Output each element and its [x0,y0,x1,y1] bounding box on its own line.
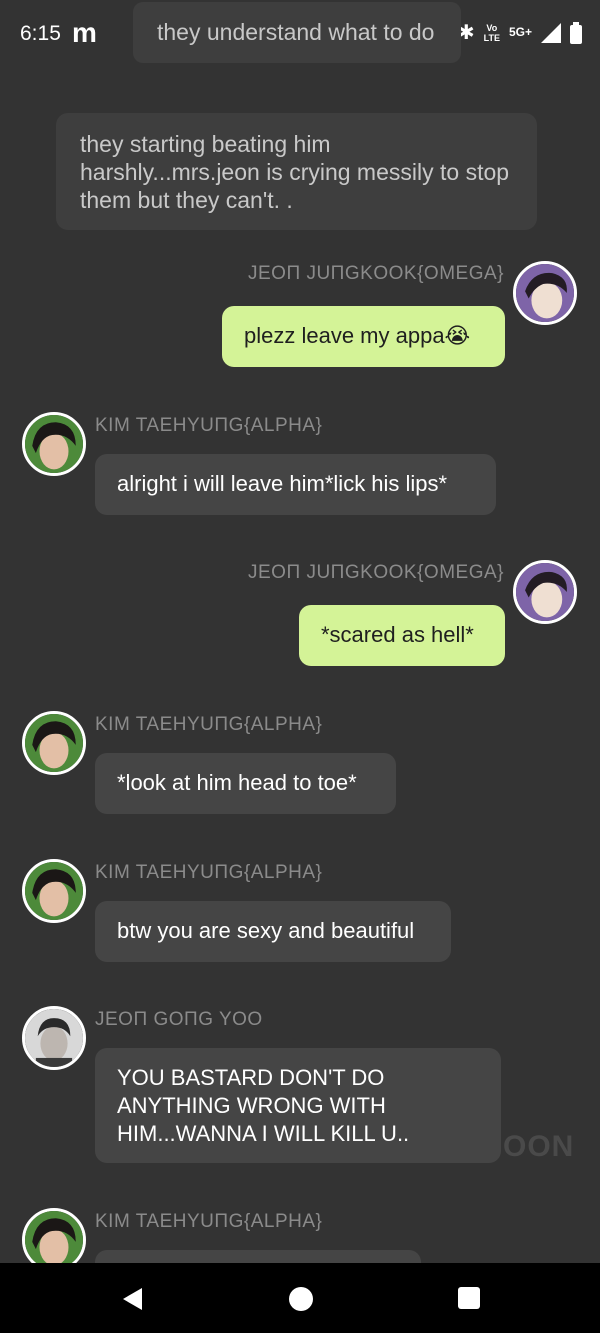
recents-icon[interactable] [457,1286,481,1310]
battery-icon [570,21,582,44]
signal-icon [541,22,561,43]
network-type: 5G+ [508,25,532,39]
sender-name: KIM TAEHYUΠG{ALPHA} [95,862,323,883]
sender-name: JEOΠ JUΠGKOOK{OMEGA} [248,562,504,583]
message-bubble[interactable]: YOU BASTARD DON'T DO ANYTHING WRONG WITH… [95,1048,501,1163]
status-time: 6:15 [20,22,61,45]
volte-icon: Vo LTE [483,22,500,43]
sender-name: JEOΠ JUΠGKOOK{OMEGA} [248,263,504,284]
message-bubble[interactable]: btw you are sexy and beautiful [95,901,451,962]
sender-name: KIM TAEHYUΠG{ALPHA} [95,1211,323,1232]
header-preview-bubble: they understand what to do [133,2,461,63]
message-bubble[interactable]: plezz leave my appa😭 [222,306,505,367]
navigation-bar [0,1263,600,1333]
back-icon[interactable] [120,1286,146,1312]
message-bubble[interactable]: *scared as hell* [299,605,505,666]
avatar-jungkook[interactable] [513,560,577,624]
status-icons: ✱ Vo LTE 5G+ [458,20,582,45]
home-icon[interactable] [288,1286,314,1312]
avatar-taehyung[interactable] [22,859,86,923]
avatar-gong-yoo[interactable] [22,1006,86,1070]
message-bubble[interactable]: alright i will leave him*lick his lips* [95,454,496,515]
avatar-taehyung[interactable] [22,711,86,775]
watermark: OON [503,1130,575,1163]
app-logo-icon: m [72,17,97,48]
sender-name: KIM TAEHYUΠG{ALPHA} [95,714,323,735]
message-bubble[interactable]: *look at him head to toe* [95,753,396,814]
avatar-jungkook[interactable] [513,261,577,325]
sender-name: KIM TAEHYUΠG{ALPHA} [95,415,323,436]
avatar-taehyung[interactable] [22,412,86,476]
sender-name: JEOΠ GOΠG YOO [95,1009,263,1030]
narration-bubble: they starting beating him harshly...mrs.… [56,113,537,230]
